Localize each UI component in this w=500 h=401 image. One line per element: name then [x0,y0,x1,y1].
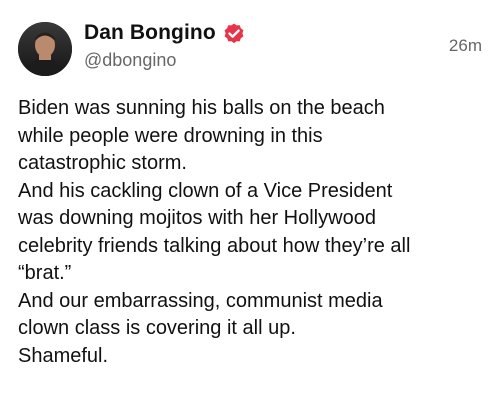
post-text-line: And our embarrassing, communist media [18,289,383,312]
avatar[interactable] [18,22,72,76]
post-text-line: Shameful. [18,344,109,367]
post-text-line: Biden was sunning his balls on the beach [18,97,385,119]
profile-photo-icon [18,22,72,76]
post-text-line: clown class is covering it all up. [18,317,296,339]
post-text-line: celebrity friends talking about how they… [18,234,411,257]
post-text-line: while people were drowning in this [18,124,323,147]
post-text-line: was downing mojitos with her Hollywood [18,207,376,229]
post-text-line: And his cackling clown of a Vice Preside… [18,179,393,202]
post-card: Dan Bongino @dbongino 26m Biden was sunn… [0,0,500,401]
author-handle[interactable]: @dbongino [84,50,246,71]
display-name-row: Dan Bongino [84,18,246,48]
post-text-line: “brat.” [18,262,72,284]
post-text-line: catastrophic storm. [18,152,187,174]
verified-badge-icon [222,22,246,46]
post-header: Dan Bongino @dbongino 26m [18,18,482,76]
author-block: Dan Bongino @dbongino [84,18,246,71]
post-body: Biden was sunning his balls on the beach… [18,95,488,370]
post-timestamp: 26m [448,36,482,55]
display-name[interactable]: Dan Bongino [84,21,216,45]
